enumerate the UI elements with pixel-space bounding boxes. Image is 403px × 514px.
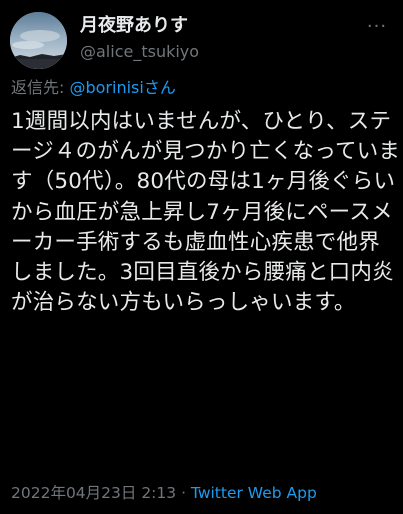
tweet-header: 月夜野ありす @alice_tsukiyo ··· — [10, 12, 393, 70]
tweet-meta: 2022年04月23日 2:13 · Twitter Web App — [11, 482, 317, 504]
reply-to-line: 返信先: @borinisiさん — [11, 77, 176, 99]
tweet-timestamp[interactable]: 2022年04月23日 2:13 — [11, 484, 176, 502]
reply-to-mention-link[interactable]: @borinisiさん — [69, 78, 175, 97]
avatar[interactable] — [10, 12, 67, 69]
meta-separator: · — [176, 484, 191, 502]
author-display-name[interactable]: 月夜野ありす — [80, 14, 199, 38]
avatar-sky-photo-icon — [10, 12, 67, 69]
author-handle[interactable]: @alice_tsukiyo — [80, 40, 199, 64]
more-options-icon[interactable]: ··· — [363, 16, 391, 37]
tweet-text: 1週間以内はいませんが、ひとり、ステージ４のがんが見つかり亡くなっています（50… — [11, 109, 401, 316]
reply-to-prefix: 返信先: — [11, 78, 70, 97]
tweet-source-link[interactable]: Twitter Web App — [191, 484, 317, 502]
author-names: 月夜野ありす @alice_tsukiyo — [80, 14, 199, 64]
